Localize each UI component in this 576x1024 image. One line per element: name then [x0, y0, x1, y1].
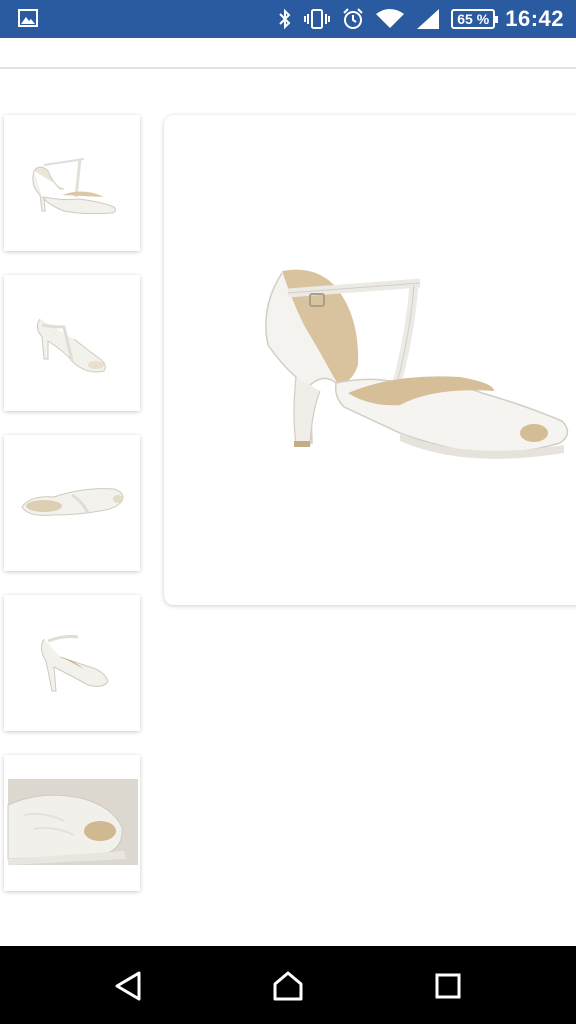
- bluetooth-icon: [279, 8, 291, 30]
- clock: 16:42: [505, 6, 564, 31]
- thumbnail-toe-detail-view[interactable]: [4, 755, 140, 891]
- shoe-main-image: [265, 269, 569, 459]
- thumbnail-side-view[interactable]: [4, 115, 140, 251]
- system-icons: 65 % 16:42: [277, 0, 564, 38]
- back-button[interactable]: [108, 966, 148, 1006]
- alarm-icon: [343, 8, 363, 29]
- shoe-angled-image: [36, 318, 106, 373]
- thumbnail-back-view[interactable]: [4, 595, 140, 731]
- thumbnail-top-view[interactable]: [4, 435, 140, 571]
- recents-button[interactable]: [428, 966, 468, 1006]
- shoe-side-image: [32, 158, 117, 215]
- back-icon: [115, 971, 141, 1001]
- wifi-icon: [376, 9, 405, 28]
- main-product-image[interactable]: [164, 115, 576, 605]
- shoe-toe-image: [7, 779, 138, 865]
- shoe-top-image: [21, 488, 124, 516]
- home-button[interactable]: [268, 966, 308, 1006]
- status-bar: 65 % 16:42: [0, 0, 576, 38]
- battery-icon: 65 %: [451, 9, 499, 29]
- recents-icon: [435, 973, 461, 999]
- signal-icon: [417, 9, 440, 29]
- thumbnail-angled-front-view[interactable]: [4, 275, 140, 411]
- header-divider: [0, 67, 576, 69]
- navigation-bar: [0, 946, 576, 1024]
- vibrate-icon: [304, 9, 331, 29]
- battery-level: 65 %: [457, 11, 490, 27]
- image-notification-icon: [18, 9, 38, 27]
- shoe-back-image: [40, 635, 109, 692]
- home-icon: [273, 971, 303, 1001]
